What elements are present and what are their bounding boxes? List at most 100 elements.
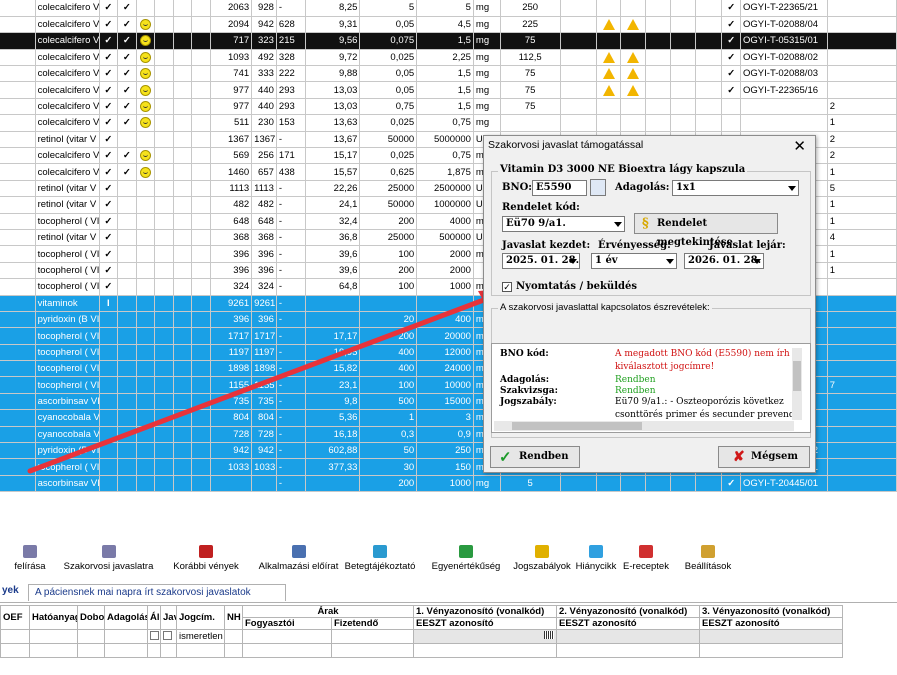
cell-n6: 2000 [416,245,474,263]
table-row[interactable]: ismeretlen [0,629,897,644]
cell-check: ✓ [721,65,742,83]
cell-empty [154,163,174,181]
cell-empty [560,114,597,132]
cell-n2: 396 [251,311,277,329]
settings-icon [701,545,715,558]
toolbar-button-2[interactable]: Szakorvosi javaslatra [60,543,157,579]
cell-n3: - [276,0,306,17]
toolbar-button-1[interactable]: felírása [0,543,60,579]
grid-row[interactable]: colecalcifero V ✓ ✓ 977 440 293 13,03 0,75 1,5 mg… [0,98,897,116]
grid-row[interactable]: colecalcifero V ✓ ✓ 1093 492 328 9,72 0,025 2,25… [0,49,897,67]
close-icon[interactable]: ✕ [793,137,806,155]
rendelet-select[interactable]: Eü70 9/a1. [502,216,625,232]
cell-empty [0,131,36,149]
checkbox-alla[interactable] [150,630,159,640]
javaslat-kezdet-picker[interactable]: 2025. 01. 28. [502,253,580,269]
cell-empty [191,213,211,230]
cell-n6: 1000 [416,278,474,296]
chevron-down-icon [569,259,577,264]
cell-n2: 735 [251,393,277,411]
cell-status [136,49,156,67]
nyomtatas-checkbox[interactable]: ✓ [502,282,512,292]
cell-empty [645,16,671,34]
cell-n2: 9261 [251,295,277,312]
cell-unit: mg [473,32,501,50]
horizontal-scrollbar-thumb[interactable] [512,422,642,430]
smiley-icon [139,117,151,129]
grid-row[interactable]: colecalcifero V ✓ ✓ 2094 942 628 9,31 0,05 4,5 mg… [0,16,897,34]
cell-status [136,442,156,460]
ok-button[interactable]: ✓ Rendben [490,446,580,468]
cell-n3: 293 [276,98,306,116]
cell-name: colecalcifero V [35,147,100,165]
cell-right-edge: 1 [827,245,897,263]
erecipe-icon [639,545,653,558]
col-vényazonosito-2: 2. Vényazonosító (vonalkód) [556,605,700,618]
cell-c2: ✓ [117,98,137,116]
cell-n5: 0,625 [359,163,418,181]
cell-name: tocopherol ( VI [35,360,100,378]
cell-status [136,409,156,427]
cell-ogyi [740,98,828,116]
calendar-icon[interactable] [590,179,606,196]
grid-row[interactable]: colecalcifero V ✓ ✓ 717 323 215 9,56 0,075 1,5 mg… [0,32,897,50]
cell-n5 [359,295,418,312]
cell-n5: 0,05 [359,16,418,34]
observation-value: Rendben [615,375,656,385]
grid-row[interactable]: colecalcifero V ✓ ✓ 511 230 153 13,63 0,025 0,75… [0,114,897,132]
cell-c1: ✓ [99,229,119,247]
toolbar-button-7[interactable]: Jogszabályok [512,543,572,579]
cell-n5: 100 [359,245,418,263]
rendelet-view-button[interactable]: § Rendelet megtekintése [634,213,778,248]
col-fogyasztoi: Fogyasztói [242,617,332,630]
toolbar-button-10[interactable]: Beállítások [678,543,738,579]
cell-empty [695,114,723,132]
cell-n1: 368 [210,229,253,247]
cancel-button[interactable]: ✘ Mégsem [718,446,810,468]
cell-n5: 0,3 [359,426,418,444]
grid-row[interactable]: colecalcifero V ✓ ✓ 977 440 293 13,03 0,05 1,5 mg… [0,81,897,99]
cell-c1: ✓ [99,49,119,67]
grid-row[interactable]: colecalcifero V ✓ ✓ 2063 928-8,25 5 5 mg 250 ✓ OGY… [0,0,897,17]
toolbar-button-8[interactable]: Hiánycikk [575,543,617,579]
tab-prescriptions[interactable]: yek [2,585,19,596]
cell-empty [670,49,696,67]
ervenyesseg-select[interactable]: 1 év [591,253,677,269]
cell-check: ✓ [721,49,742,67]
grid-row[interactable]: colecalcifero V ✓ ✓ 741 333 222 9,88 0,05 1,5 mg 7… [0,65,897,83]
observations-list[interactable]: BNO kód: A megadott BNO kód (E5590) nem í… [491,343,811,433]
toolbar-button-3[interactable]: Korábbi vények [160,543,252,579]
cell-name: pyridoxin (B VI [35,311,100,329]
cell-empty [695,49,723,67]
tab-specialist-suggestions[interactable]: A páciensnek mai napra írt szakorvosi ja… [28,584,286,601]
checkbox-jav[interactable] [163,630,172,640]
cell-empty [191,245,211,263]
cell-right-edge: 1 [827,196,897,214]
barcode-icon[interactable] [544,631,554,639]
cell-name: colecalcifero V [35,98,100,116]
grid-row[interactable]: ascorbinsav VI - 200 1000 mg 5 ✓ OGYI-T-20445/0… [0,475,897,493]
cell-empty [560,0,597,17]
cell-c2 [117,442,137,460]
toolbar-button-9[interactable]: E-receptek [617,543,675,579]
cell-n6: 5 [416,0,474,17]
cell-n3: - [276,360,306,378]
toolbar-button-4[interactable]: Alkalmazási előírat [258,543,339,579]
cell-name: colecalcifero V [35,32,100,50]
cell-n5: 200 [359,327,418,345]
scrollbar-thumb[interactable] [793,361,801,391]
bno-input[interactable]: E5590 [532,180,587,196]
cell-n6: 2,25 [416,49,474,67]
cell-c1 [99,376,119,394]
cell-n3: 215 [276,32,306,50]
warning-icon [602,19,615,31]
chevron-down-icon [614,222,622,227]
cell-name: tocopherol ( VI [35,344,100,362]
cell-c2 [117,360,137,378]
cell-n5: 0,025 [359,49,418,67]
toolbar-button-5[interactable]: Betegtájékoztató [340,543,420,579]
toolbar-button-6[interactable]: Egyenértékűség [422,543,510,579]
adagolas-select[interactable]: 1x1 [672,180,799,196]
cell-name: colecalcifero V [35,16,100,34]
javaslat-lejar-picker[interactable]: 2026. 01. 28. [684,253,764,269]
